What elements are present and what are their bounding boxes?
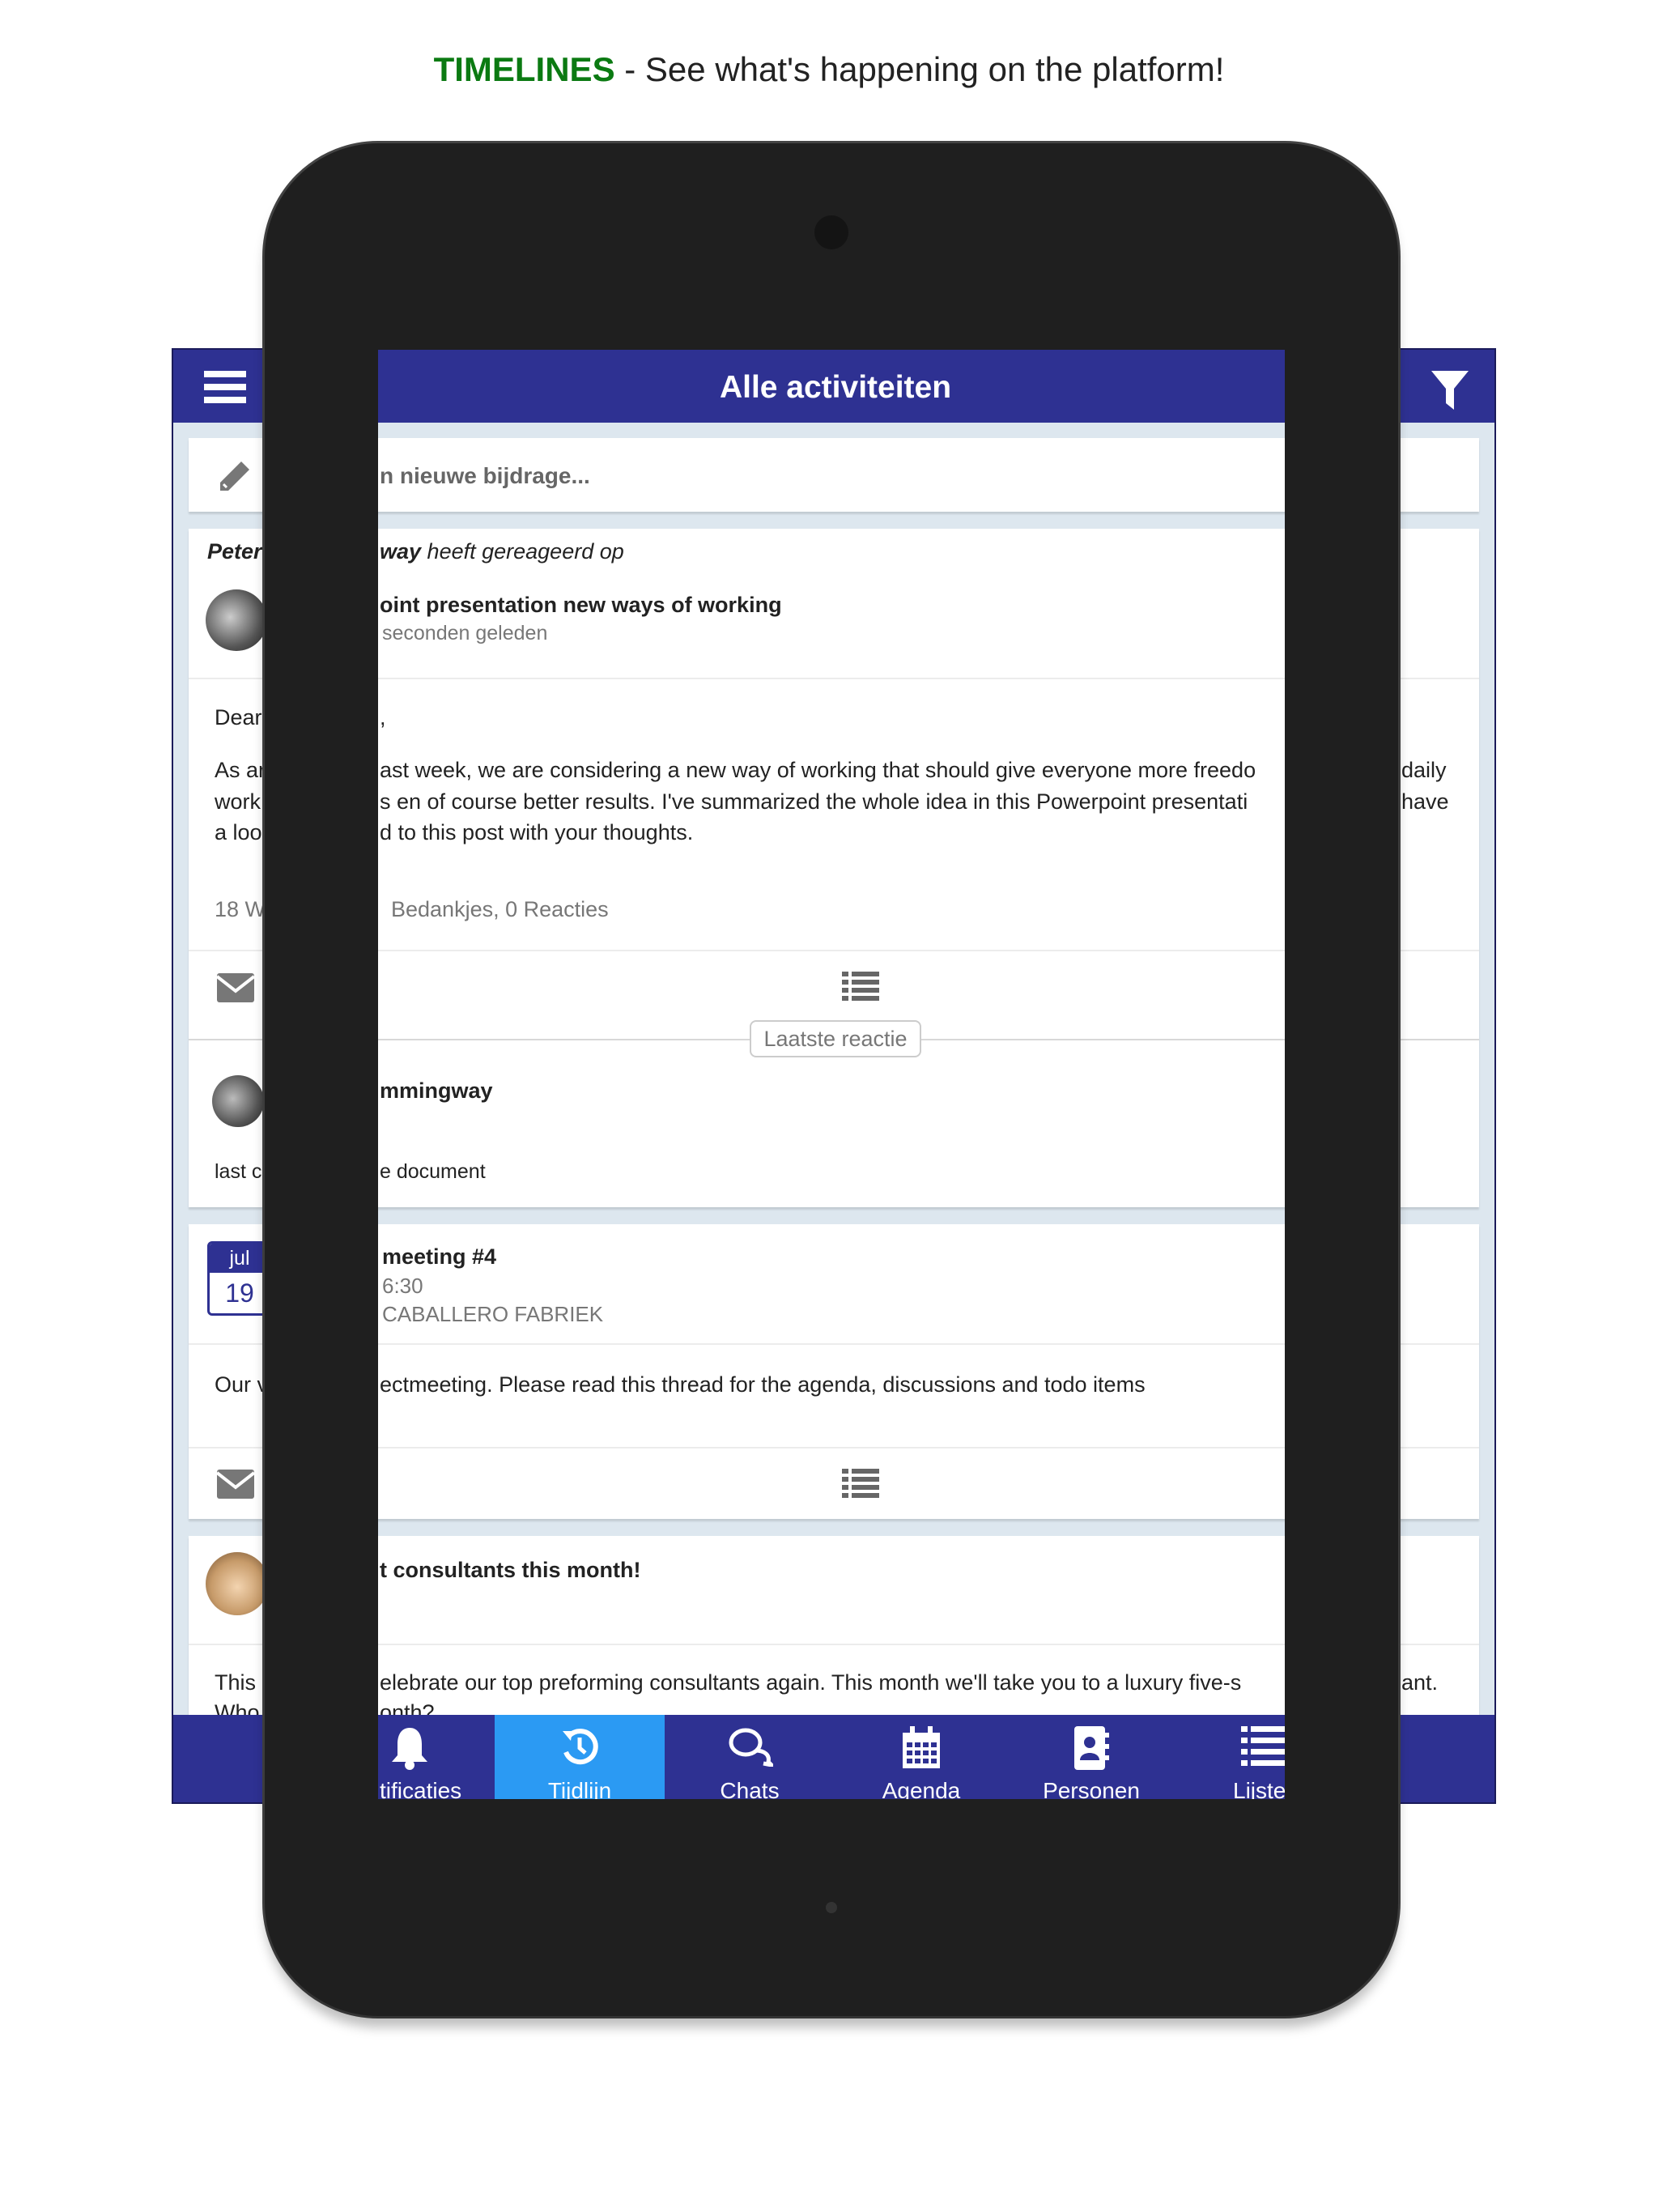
tagline: - See what's happening on the platform! xyxy=(614,50,1225,88)
body-left-2: work xyxy=(215,789,261,814)
stats-left: 18 W xyxy=(215,897,266,921)
date-month: jul xyxy=(210,1244,270,1273)
contact-book-icon xyxy=(1074,1726,1109,1770)
tab-lijsten[interactable]: Lijste xyxy=(1176,1715,1346,1802)
divider xyxy=(189,1644,1479,1645)
history-icon xyxy=(563,1729,598,1765)
body-line-1: elebrate our top preforming consultants … xyxy=(380,1670,1242,1695)
body-left-1: As ar xyxy=(215,758,266,782)
avatar[interactable] xyxy=(206,1552,269,1615)
page-title: Alle activiteiten xyxy=(719,370,952,405)
bottom-nav: tificaties Tijdlijn Chats Agenda Persone… xyxy=(173,1715,1494,1803)
home-sensor xyxy=(826,1902,837,1913)
avatar[interactable] xyxy=(212,1075,264,1127)
body-left-3: a loo xyxy=(215,820,262,844)
date-badge: jul 19 xyxy=(207,1241,272,1316)
tab-agenda[interactable]: Agenda xyxy=(836,1715,1006,1803)
body-line-2: s en of course better results. I've summ… xyxy=(380,789,1248,814)
greeting: Dear xyxy=(215,705,262,730)
bell-icon xyxy=(392,1728,427,1770)
reply-text-left: last c xyxy=(215,1160,262,1183)
tab-label: Personen xyxy=(1043,1778,1140,1803)
actor-name[interactable]: Peter xyxy=(207,541,262,563)
tab-label: Chats xyxy=(720,1778,780,1803)
envelope-icon[interactable] xyxy=(217,973,254,1002)
list-icon[interactable] xyxy=(842,1469,879,1499)
date-day: 19 xyxy=(225,1278,254,1308)
body-left-1: This xyxy=(215,1670,257,1695)
list-icon[interactable] xyxy=(842,972,879,1002)
tab-label: Tijdlijn xyxy=(547,1778,612,1803)
body-right-2: have xyxy=(1401,789,1449,814)
event-time: 6:30 xyxy=(382,1274,423,1298)
envelope-icon[interactable] xyxy=(217,1470,254,1499)
post-title[interactable]: t consultants this month! xyxy=(380,1559,640,1581)
camera-icon xyxy=(814,215,848,249)
list-icon xyxy=(1241,1726,1290,1766)
headline: TIMELINES - See what's happening on the … xyxy=(0,50,1658,89)
event-title[interactable]: meeting #4 xyxy=(382,1246,496,1268)
calendar-icon xyxy=(903,1726,940,1768)
body-line-3: d to this post with your thoughts. xyxy=(380,820,694,844)
pencil-icon xyxy=(220,462,249,491)
post-timestamp: seconden geleden xyxy=(382,622,548,644)
divider xyxy=(189,1343,1479,1345)
body-right-1: ant. xyxy=(1401,1670,1439,1695)
stats[interactable]: Bedankjes, 0 Reacties xyxy=(391,899,609,921)
divider xyxy=(189,678,1479,679)
chat-bubbles-icon xyxy=(729,1728,773,1767)
greeting-rest: , xyxy=(380,705,386,730)
body-line-1: ast week, we are considering a new way o… xyxy=(380,758,1256,782)
event-location: CABALLERO FABRIEK xyxy=(382,1302,604,1326)
body-right-1: daily xyxy=(1401,758,1447,782)
post-title[interactable]: oint presentation new ways of working xyxy=(380,594,782,616)
event-body: ectmeeting. Please read this thread for … xyxy=(380,1372,1146,1397)
actor-name-rest[interactable]: way xyxy=(380,539,421,564)
filter-icon[interactable] xyxy=(1431,371,1469,410)
brand-name: TIMELINES xyxy=(433,50,615,88)
app-screen: Alle activiteiten n nieuwe bijdrage... P… xyxy=(172,348,1496,1804)
tab-personen[interactable]: Personen xyxy=(1006,1715,1176,1803)
reply-author[interactable]: mmingway xyxy=(380,1080,493,1102)
tab-label: Agenda xyxy=(882,1778,961,1803)
tab-chats[interactable]: Chats xyxy=(665,1715,835,1803)
divider xyxy=(189,1447,1479,1448)
action-text: heeft gereageerd op xyxy=(421,539,624,564)
avatar[interactable] xyxy=(206,589,267,651)
activity-action: way heeft gereageerd op xyxy=(380,541,624,563)
tab-notificaties[interactable]: tificaties xyxy=(325,1715,495,1802)
tab-tijdlijn[interactable]: Tijdlijn xyxy=(495,1715,665,1803)
divider xyxy=(189,950,1479,951)
event-body-left: Our v xyxy=(215,1372,269,1397)
latest-reply-badge: Laatste reactie xyxy=(750,1020,921,1057)
new-post-placeholder: n nieuwe bijdrage... xyxy=(380,463,590,488)
reply-text: e document xyxy=(380,1160,486,1183)
tab-label: Lijste xyxy=(1233,1778,1286,1803)
